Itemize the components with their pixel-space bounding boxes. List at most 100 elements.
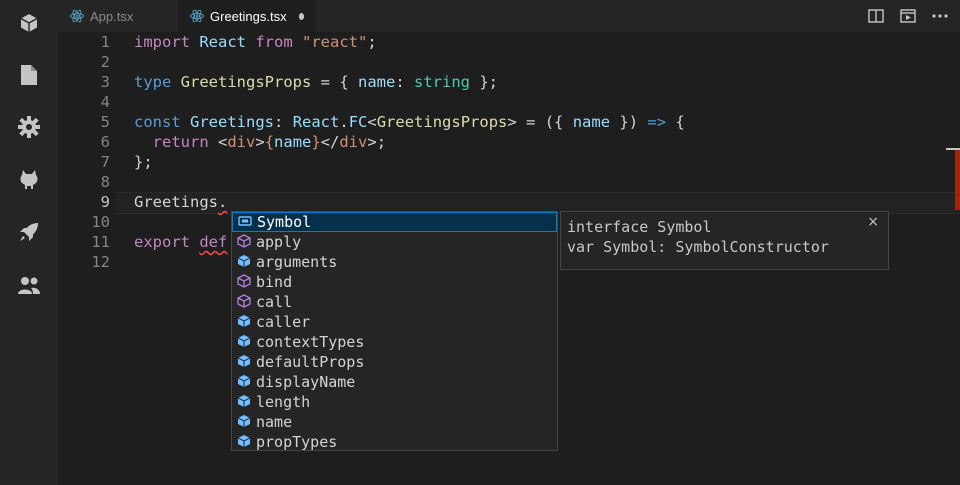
suggest-item[interactable]: name (232, 412, 557, 432)
code-token: }) (610, 113, 648, 131)
split-editor-icon[interactable] (866, 6, 886, 26)
line-number: 3 (100, 73, 110, 91)
preview-icon[interactable] (898, 6, 918, 26)
details-declaration: var Symbol: SymbolConstructor (567, 238, 829, 256)
field-icon (237, 314, 253, 330)
suggest-item[interactable]: bind (232, 272, 557, 292)
code-token: }; (470, 73, 498, 91)
line-number: 4 (100, 93, 110, 111)
code-token: div (227, 133, 256, 151)
code-token: name (274, 133, 312, 151)
suggest-item-label: name (256, 413, 293, 431)
suggest-item[interactable]: defaultProps (232, 352, 557, 372)
code-token: React (190, 33, 256, 51)
file-icon[interactable] (15, 61, 43, 89)
line-number: 6 (100, 133, 110, 151)
code-token: React (292, 113, 340, 131)
line-number: 7 (100, 153, 110, 171)
suggest-item-label: arguments (256, 253, 338, 271)
suggest-item-label: displayName (256, 373, 356, 391)
suggest-item-label: defaultProps (256, 353, 365, 371)
code-token: { (666, 113, 685, 131)
autocomplete-suggest-widget[interactable]: Symbol apply arguments bind call caller contex… (231, 211, 558, 451)
code-token: GreetingsProps (376, 113, 508, 131)
variable-icon (238, 214, 254, 230)
code-token: div (339, 133, 368, 151)
code-line[interactable]: Greetings. (134, 192, 227, 212)
modified-dot-icon[interactable] (298, 12, 304, 20)
code-line[interactable]: return <div>{name}</div>; (134, 132, 386, 152)
tab-bar: App.tsx Greetings.tsx (58, 0, 960, 32)
field-icon (237, 434, 253, 450)
tab-label: App.tsx (90, 8, 134, 24)
react-icon (190, 9, 204, 23)
suggest-item[interactable]: propTypes (232, 432, 557, 452)
code-token: = { (311, 73, 358, 91)
scrollbar-error-marker (955, 150, 960, 210)
code-line[interactable]: import React from "react"; (134, 32, 377, 52)
field-icon (237, 254, 253, 270)
line-number: 1 (100, 33, 110, 51)
suggest-item[interactable]: call (232, 292, 557, 312)
suggest-item[interactable]: arguments (232, 252, 557, 272)
suggest-item[interactable]: displayName (232, 372, 557, 392)
suggest-item-label: call (256, 293, 293, 311)
cube-icon[interactable] (15, 9, 43, 37)
details-signature: interface Symbol (567, 218, 712, 236)
rocket-icon[interactable] (15, 218, 43, 246)
code-line[interactable]: }; (134, 152, 153, 172)
code-token: < (367, 113, 377, 131)
close-icon[interactable]: × (867, 214, 879, 230)
users-icon[interactable] (15, 271, 43, 299)
code-token: type (134, 73, 172, 91)
suggest-item-label: propTypes (256, 433, 338, 451)
code-token: > (255, 133, 265, 151)
method-icon (237, 234, 253, 250)
field-icon (237, 374, 253, 390)
code-token: : (274, 113, 293, 131)
suggest-item-label: caller (256, 313, 311, 331)
code-token: "react" (302, 33, 368, 51)
suggest-item[interactable]: apply (232, 232, 557, 252)
suggest-item[interactable]: caller (232, 312, 557, 332)
code-token: => (647, 113, 667, 131)
github-icon[interactable] (15, 165, 43, 193)
code-token: </ (320, 133, 340, 151)
tab-greetings-tsx[interactable]: Greetings.tsx (178, 0, 316, 32)
field-icon (237, 354, 253, 370)
gear-icon[interactable] (15, 113, 43, 141)
suggest-item-label: length (256, 393, 311, 411)
field-icon (237, 414, 253, 430)
code-token: { (264, 133, 275, 151)
code-token: import (134, 33, 190, 51)
code-token: . (218, 193, 228, 211)
code-line[interactable]: export def (134, 232, 227, 252)
code-token: >; (367, 133, 387, 151)
suggest-details-panel: interface Symbol var Symbol: SymbolConst… (560, 211, 889, 270)
code-token: . (339, 113, 349, 131)
field-icon (237, 334, 253, 350)
editor-scrollbar[interactable] (944, 32, 960, 485)
line-number: 5 (100, 113, 110, 131)
suggest-item[interactable]: Symbol (232, 212, 557, 232)
code-line[interactable]: const Greetings: React.FC<GreetingsProps… (134, 112, 685, 132)
line-number: 11 (91, 233, 110, 251)
code-token: GreetingsProps (180, 73, 312, 91)
field-icon (237, 394, 253, 410)
suggest-item[interactable]: length (232, 392, 557, 412)
line-number: 2 (100, 53, 110, 71)
suggest-item[interactable]: contextTypes (232, 332, 557, 352)
code-token: ; (367, 33, 377, 51)
line-number: 9 (100, 193, 110, 211)
code-line[interactable]: type GreetingsProps = { name: string }; (134, 72, 498, 92)
tab-app-tsx[interactable]: App.tsx (58, 0, 178, 32)
line-number: 10 (91, 213, 110, 231)
code-token: return (152, 133, 209, 151)
more-icon[interactable] (930, 6, 950, 26)
method-icon (237, 294, 253, 310)
code-token: < (208, 133, 228, 151)
